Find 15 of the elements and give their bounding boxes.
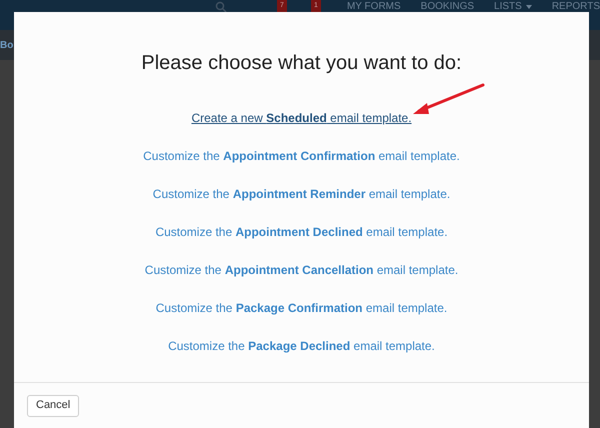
cancel-button[interactable]: Cancel: [27, 394, 80, 416]
nav-link[interactable]: REPORTS: [552, 1, 600, 12]
option-link[interactable]: Customize the Appointment Cancellation email template.: [144, 263, 458, 277]
option-link[interactable]: Customize the Package Declined email template.: [168, 339, 435, 353]
dialog-title: Please choose what you want to do:: [141, 51, 462, 76]
option-link[interactable]: Customize the Appointment Reminder email template.: [152, 187, 450, 201]
nav-link[interactable]: BOOKINGS: [420, 1, 474, 12]
option-link[interactable]: Create a new Scheduled email template.: [191, 111, 412, 125]
nav-link[interactable]: MY FORMS: [346, 1, 401, 12]
search-icon[interactable]: [214, 1, 227, 13]
option-link[interactable]: Customize the Appointment Confirmation email template.: [143, 149, 460, 163]
option-link[interactable]: Customize the Appointment Declined email template.: [155, 225, 448, 239]
page-heading: Bo: [0, 38, 14, 52]
nav-link[interactable]: LISTS: [494, 1, 532, 12]
option-link[interactable]: Customize the Package Confirmation email template.: [156, 301, 448, 315]
